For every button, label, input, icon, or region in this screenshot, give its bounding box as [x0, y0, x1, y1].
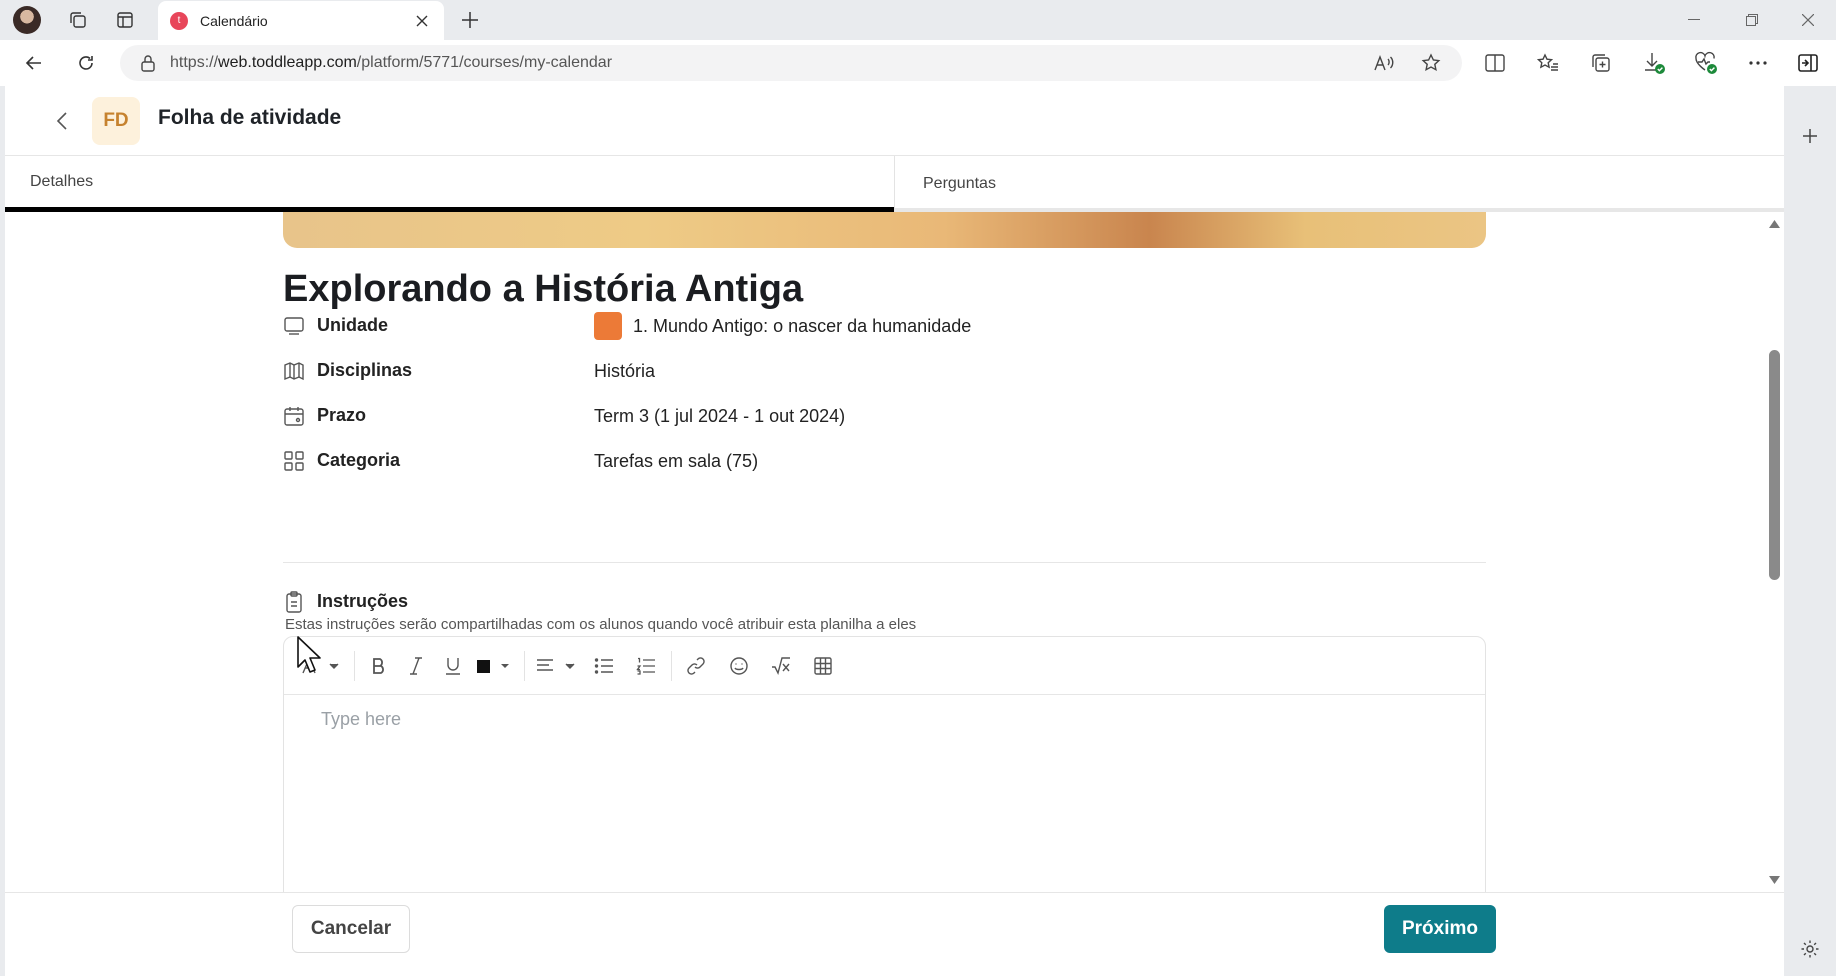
cover-image: [283, 212, 1486, 248]
meta-label: Disciplinas: [317, 360, 413, 380]
url-scheme: https://: [170, 54, 219, 71]
rich-text-editor[interactable]: Type here: [283, 636, 1486, 892]
read-aloud-icon[interactable]: [1368, 47, 1400, 79]
section-divider: [283, 562, 1486, 563]
toddle-favicon-icon: t: [170, 11, 188, 30]
book-icon: [283, 360, 305, 382]
lock-icon[interactable]: [140, 54, 156, 72]
more-options-icon[interactable]: [1742, 47, 1774, 79]
meta-row-disciplinas: Disciplinas História: [283, 356, 1486, 386]
page-header-title: Folha de atividade: [158, 106, 342, 129]
text-color-dropdown[interactable]: [474, 652, 514, 680]
toolbar-separator: [524, 651, 525, 681]
browser-tab-active[interactable]: t Calendário: [158, 1, 444, 40]
italic-icon[interactable]: [401, 652, 431, 680]
instructions-header: Instruções: [283, 587, 1486, 613]
collections-icon[interactable]: [1585, 47, 1617, 79]
instructions-label: Instruções: [317, 591, 409, 611]
editor-toolbar: [284, 637, 1485, 695]
align-dropdown[interactable]: [534, 652, 578, 680]
back-arrow-icon[interactable]: [18, 47, 50, 79]
close-window-icon[interactable]: [1784, 0, 1832, 40]
close-tab-icon[interactable]: [412, 11, 432, 31]
tab-actions-icon[interactable]: [109, 4, 141, 36]
cancel-button[interactable]: Cancelar: [292, 905, 410, 953]
profile-avatar[interactable]: [13, 6, 41, 34]
math-formula-icon[interactable]: [766, 652, 796, 680]
toddle-app: FD Folha de atividade Detalhes Perguntas…: [5, 86, 1784, 976]
toolbar-separator: [354, 651, 355, 681]
activity-badge: FD: [92, 97, 140, 145]
meta-value-term: Term 3 (1 jul 2024 - 1 out 2024): [594, 406, 846, 426]
new-tab-icon[interactable]: [454, 4, 486, 36]
calendar-icon: [283, 405, 305, 427]
split-screen-icon[interactable]: [1479, 47, 1511, 79]
address-bar[interactable]: https://web.toddleapp.com/platform/5771/…: [120, 45, 1462, 81]
tab-detalhes-label: Detalhes: [30, 172, 94, 190]
mouse-pointer-icon: [297, 636, 323, 674]
url-text[interactable]: https://web.toddleapp.com/platform/5771/…: [170, 54, 612, 72]
url-path: /platform/5771/courses/my-calendar: [356, 54, 613, 71]
browser-tabbar: t Calendário: [0, 0, 1836, 40]
editor-placeholder: Type here: [321, 709, 402, 729]
url-host: web.toddleapp.com: [218, 54, 357, 71]
edge-sidebar: [1784, 86, 1836, 976]
meta-row-unidade: Unidade 1. Mundo Antigo: o nascer da hum…: [283, 311, 1486, 341]
sidebar-toggle-icon[interactable]: [1792, 47, 1824, 79]
tab-detalhes[interactable]: Detalhes: [5, 156, 894, 212]
workspaces-icon[interactable]: [62, 4, 94, 36]
instructions-subtitle: Estas instruções serão compartilhadas co…: [285, 616, 917, 633]
emoji-icon[interactable]: [724, 652, 754, 680]
main-content: Explorando a História Antiga Unidade 1. …: [5, 212, 1784, 892]
tab-perguntas-label: Perguntas: [923, 175, 996, 192]
meta-value-category: Tarefas em sala (75): [594, 451, 759, 471]
minimize-icon[interactable]: [1670, 0, 1718, 40]
scroll-up-icon[interactable]: [1769, 220, 1780, 228]
browser-tab-title: Calendário: [200, 12, 268, 29]
table-icon[interactable]: [808, 652, 838, 680]
tab-perguntas[interactable]: Perguntas: [895, 156, 1784, 212]
meta-row-categoria: Categoria Tarefas em sala (75): [283, 446, 1486, 476]
downloads-icon[interactable]: [1638, 47, 1670, 79]
tab-bar: Detalhes Perguntas: [5, 156, 1784, 212]
health-icon[interactable]: [1690, 47, 1722, 79]
meta-label: Categoria: [317, 450, 401, 470]
favorite-star-icon[interactable]: [1415, 47, 1447, 79]
numbered-list-icon[interactable]: [631, 652, 661, 680]
scroll-thumb[interactable]: [1769, 350, 1780, 580]
content-scrollbar[interactable]: [1765, 212, 1784, 892]
meta-label: Unidade: [317, 315, 389, 335]
bullet-list-icon[interactable]: [589, 652, 619, 680]
add-sidebar-app-icon[interactable]: [1794, 120, 1826, 152]
meta-value-subject: História: [594, 361, 656, 381]
chevron-left-icon[interactable]: [46, 105, 78, 137]
underline-icon[interactable]: [438, 652, 468, 680]
refresh-icon[interactable]: [70, 47, 102, 79]
meta-label: Prazo: [317, 405, 367, 425]
next-button[interactable]: Próximo: [1384, 905, 1496, 953]
settings-gear-icon[interactable]: [1794, 933, 1826, 965]
restore-icon[interactable]: [1728, 0, 1776, 40]
favorites-icon[interactable]: [1532, 47, 1564, 79]
link-icon[interactable]: [681, 652, 711, 680]
grid-icon: [283, 450, 305, 472]
browser-toolbar: https://web.toddleapp.com/platform/5771/…: [0, 40, 1836, 86]
bold-icon[interactable]: [364, 652, 394, 680]
meta-row-prazo: Prazo Term 3 (1 jul 2024 - 1 out 2024): [283, 401, 1486, 431]
meta-value-unit: 1. Mundo Antigo: o nascer da humanidade: [633, 316, 972, 336]
app-header: FD Folha de atividade: [5, 86, 1784, 156]
unit-icon: [283, 315, 305, 337]
toolbar-separator: [671, 651, 672, 681]
unit-color-swatch: [594, 312, 622, 340]
clipboard-icon: [283, 591, 305, 613]
activity-title: Explorando a História Antiga: [283, 268, 804, 310]
footer-bar: Cancelar Próximo: [5, 892, 1784, 976]
scroll-down-icon[interactable]: [1769, 876, 1780, 884]
